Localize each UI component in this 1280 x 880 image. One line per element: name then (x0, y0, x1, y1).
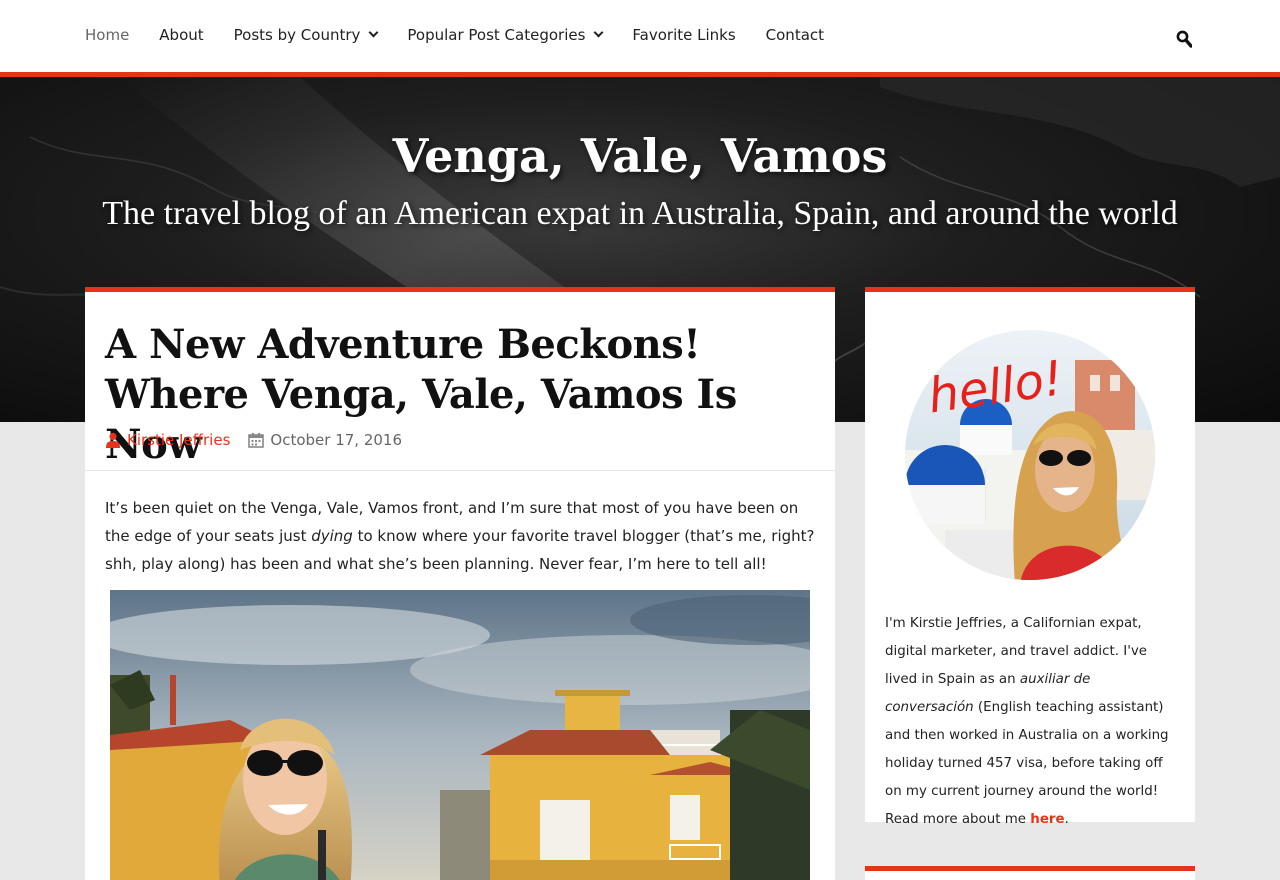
nav-label: About (159, 26, 204, 44)
chevron-down-icon (368, 27, 379, 38)
site-tagline: The travel blog of an American expat in … (102, 195, 1178, 232)
sidebar-about-widget: hello! I'm Kirstie Jeffries, a Californi… (865, 287, 1195, 827)
site-title[interactable]: Venga, Vale, Vamos (0, 129, 1280, 183)
post-photo (110, 590, 810, 880)
nav-label: Favorite Links (632, 26, 736, 44)
author-bio: I'm Kirstie Jeffries, a Californian expa… (885, 610, 1181, 834)
nav-item-posts-by-country[interactable]: Posts by Country (233, 0, 379, 71)
nav-menu: Home About Posts by Country Popular Post… (85, 0, 854, 72)
nav-label: Home (85, 26, 130, 44)
post-intro: It’s been quiet on the Venga, Vale, Vamo… (105, 494, 817, 578)
nav-item-home[interactable]: Home (85, 0, 129, 71)
chevron-down-icon (593, 27, 604, 38)
post-meta: Kirstie Jeffries October 17, 2016 (105, 430, 402, 450)
post-card: A New Adventure Beckons! Where Venga, Va… (85, 287, 835, 880)
hello-profile-image: hello! (905, 320, 1165, 585)
bio-text: I'm Kirstie Jeffries, a Californian expa… (885, 616, 1148, 687)
divider (85, 470, 835, 471)
post-author[interactable]: Kirstie Jeffries (105, 431, 230, 449)
nav-label: Popular Post Categories (407, 26, 586, 44)
sidebar-next-widget (865, 866, 1195, 880)
search-icon[interactable] (1176, 30, 1192, 48)
about-me-link[interactable]: here (1030, 812, 1064, 827)
author-name: Kirstie Jeffries (127, 431, 231, 449)
nav-item-favorite-links[interactable]: Favorite Links (632, 0, 735, 71)
nav-item-popular-post-categories[interactable]: Popular Post Categories (407, 0, 604, 71)
bio-text: . (1064, 812, 1069, 827)
nav-label: Posts by Country (233, 26, 361, 44)
nav-label: Contact (765, 26, 825, 44)
intro-emphasis: dying (311, 527, 353, 545)
post-date: October 17, 2016 (248, 431, 402, 449)
bio-text: (English teaching assistant) and then wo… (885, 700, 1169, 827)
top-navigation: Home About Posts by Country Popular Post… (0, 0, 1280, 72)
date-text: October 17, 2016 (270, 431, 403, 449)
calendar-icon (248, 433, 265, 448)
cartagena-photo-illustration (110, 590, 810, 880)
user-icon (106, 432, 120, 448)
nav-item-contact[interactable]: Contact (766, 0, 824, 71)
nav-item-about[interactable]: About (159, 0, 203, 71)
